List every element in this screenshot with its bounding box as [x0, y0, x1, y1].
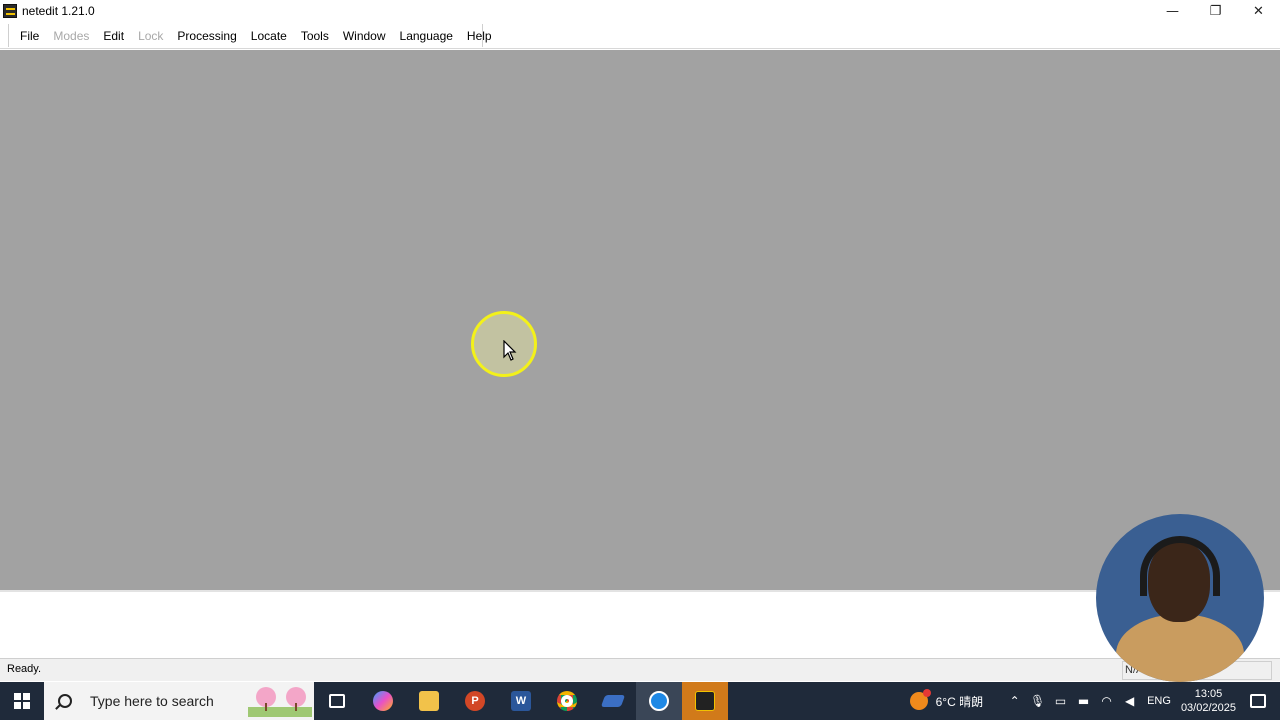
- notification-icon[interactable]: [1250, 694, 1266, 708]
- microphone-icon[interactable]: 🎙: [1026, 694, 1049, 708]
- tablet-icon[interactable]: ▭: [1049, 694, 1072, 708]
- weather-text[interactable]: 6°C 晴朗: [936, 693, 983, 710]
- wifi-icon[interactable]: ◠: [1095, 694, 1118, 708]
- menu-language[interactable]: Language: [393, 29, 460, 43]
- search-placeholder: Type here to search: [90, 693, 214, 709]
- network-canvas[interactable]: [0, 50, 1280, 590]
- task-view-button[interactable]: [314, 682, 360, 720]
- file-explorer-button[interactable]: [406, 682, 452, 720]
- clock[interactable]: 13:05 03/02/2025: [1181, 687, 1236, 715]
- menu-lock[interactable]: Lock: [131, 29, 170, 43]
- windows-logo-icon: [14, 693, 30, 709]
- close-button[interactable]: ✕: [1237, 0, 1280, 22]
- menu-group: File Modes Edit Lock Processing Locate T…: [8, 24, 492, 47]
- webcam-person-body: [1116, 614, 1244, 682]
- window-title: netedit 1.21.0: [22, 4, 95, 18]
- weather-icon[interactable]: [909, 689, 931, 710]
- netedit-window: netedit 1.21.0 — ❐ ✕ File Modes Edit Loc…: [0, 0, 1280, 720]
- status-bar: Ready. N/A: [0, 658, 1280, 681]
- status-text: Ready.: [7, 663, 42, 675]
- menu-file[interactable]: File: [13, 29, 46, 43]
- menu-locate[interactable]: Locate: [244, 29, 294, 43]
- app-icon: [600, 695, 626, 707]
- system-tray: 6°C 晴朗 ⌃ 🎙 ▭ ▬ ◠ ◀ ENG 13:05 03/02/2025: [909, 682, 1280, 720]
- title-bar: netedit 1.21.0 — ❐ ✕: [0, 0, 1280, 22]
- menu-processing[interactable]: Processing: [170, 29, 243, 43]
- taskbar-apps: P W: [314, 682, 728, 720]
- taskbar-search[interactable]: Type here to search: [44, 682, 314, 720]
- powerpoint-icon: P: [465, 691, 485, 711]
- powerpoint-button[interactable]: P: [452, 682, 498, 720]
- minimize-button[interactable]: —: [1151, 0, 1194, 22]
- folder-icon: [419, 691, 439, 711]
- chrome-icon: [557, 691, 577, 711]
- menu-window[interactable]: Window: [336, 29, 393, 43]
- menu-tools[interactable]: Tools: [294, 29, 336, 43]
- browser-app-icon: [649, 691, 669, 711]
- mouse-cursor-icon: [503, 340, 517, 361]
- netedit-app-icon: [3, 4, 17, 18]
- restore-button[interactable]: ❐: [1194, 0, 1237, 22]
- webcam-headset: [1140, 536, 1220, 596]
- start-button[interactable]: [0, 682, 44, 720]
- menu-edit[interactable]: Edit: [96, 29, 131, 43]
- menu-help[interactable]: Help: [460, 29, 499, 43]
- chevron-up-icon[interactable]: ⌃: [1003, 694, 1026, 708]
- app-button[interactable]: [590, 682, 636, 720]
- netedit-icon: [695, 691, 715, 711]
- volume-icon[interactable]: ◀: [1118, 694, 1141, 708]
- copilot-button[interactable]: [360, 682, 406, 720]
- netedit-taskbar-button[interactable]: [682, 682, 728, 720]
- chrome-button[interactable]: [544, 682, 590, 720]
- clock-date: 03/02/2025: [1180, 702, 1236, 714]
- battery-icon[interactable]: ▬: [1072, 694, 1095, 708]
- clock-time: 13:05: [1194, 688, 1223, 700]
- search-highlight-image: [248, 687, 312, 717]
- window-controls: — ❐ ✕: [1151, 0, 1280, 22]
- browser-app-button[interactable]: [636, 682, 682, 720]
- menu-bar: File Modes Edit Lock Processing Locate T…: [0, 22, 1280, 49]
- word-button[interactable]: W: [498, 682, 544, 720]
- search-icon: [58, 694, 72, 708]
- task-view-icon: [329, 694, 345, 708]
- word-icon: W: [511, 691, 531, 711]
- webcam-overlay: [1096, 514, 1264, 682]
- language-indicator[interactable]: ENG: [1147, 695, 1171, 707]
- message-area: [0, 590, 1280, 658]
- menu-modes[interactable]: Modes: [46, 29, 96, 43]
- copilot-icon: [373, 691, 393, 711]
- taskbar: Type here to search P W 6°C 晴朗 ⌃ 🎙 ▭ ▬ ◠…: [0, 682, 1280, 720]
